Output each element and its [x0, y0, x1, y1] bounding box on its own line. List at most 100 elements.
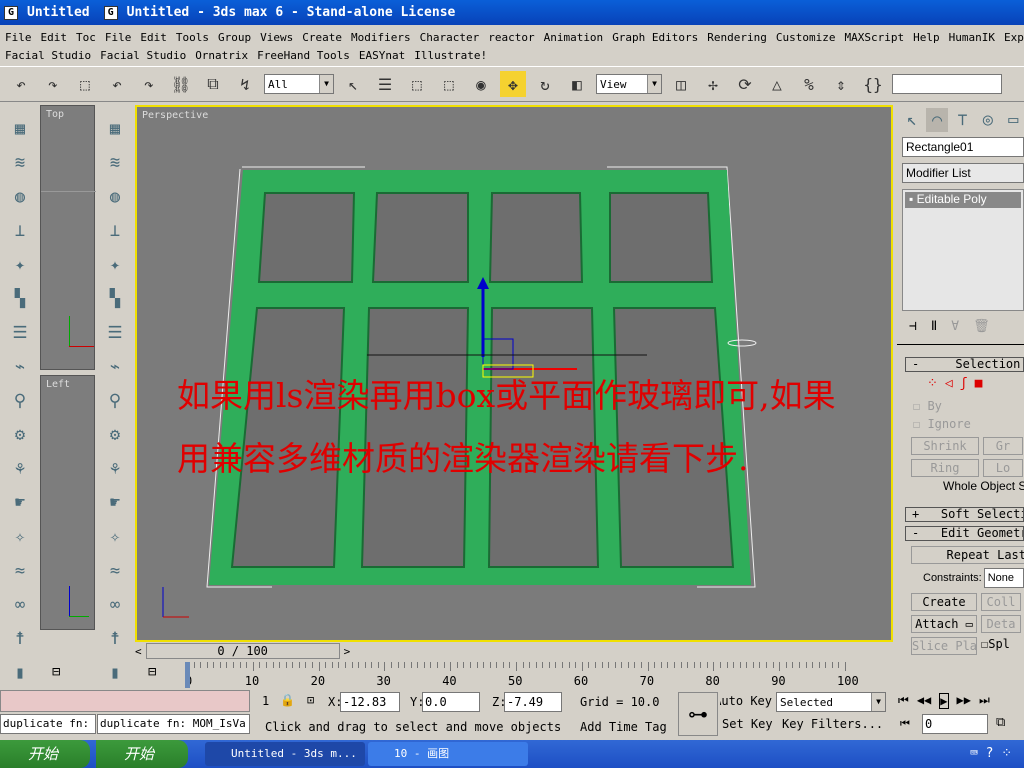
start-button-2[interactable]: 开始 [96, 740, 188, 768]
window-crossing-icon[interactable]: ⬚ [436, 71, 462, 97]
menu-item[interactable]: Edit [41, 31, 68, 44]
move-icon[interactable]: ✥ [500, 71, 526, 97]
box-icon[interactable]: ▦ [103, 117, 127, 141]
hand-icon[interactable]: ☛ [103, 491, 127, 515]
viewport-perspective[interactable]: Perspective 如果用ls渲染再用box或平面作玻璃即可,如果 用兼容多… [135, 105, 893, 642]
split-checkbox[interactable]: ☐Spl [981, 637, 1010, 655]
modify-tab-icon[interactable]: ⌒ [926, 108, 948, 132]
make-unique-icon[interactable]: ∀ [951, 319, 959, 334]
z-coordinate-input[interactable]: -7.49 [504, 692, 562, 712]
y-coordinate-input[interactable]: 0.0 [422, 692, 480, 712]
helper-icon[interactable]: ✦ [8, 253, 32, 277]
biped-icon[interactable]: ☨ [103, 627, 127, 651]
menu-item[interactable]: Explorer [1004, 31, 1024, 44]
current-frame-input[interactable]: 0 [922, 714, 988, 734]
menu-item[interactable]: Tools [176, 31, 209, 44]
material-icon[interactable]: ▮ [8, 661, 32, 685]
key-selection-dropdown[interactable]: Selected ▼ [776, 692, 886, 712]
loop-button[interactable]: Lo [983, 459, 1023, 477]
object-name-input[interactable]: Rectangle01 [902, 137, 1024, 157]
time-config-icon[interactable]: ⧉ [996, 715, 1005, 730]
menu-item[interactable]: Facial Studio [100, 49, 186, 62]
rect-region-icon[interactable]: ⬚ [404, 71, 430, 97]
wrench-icon[interactable]: ⚲ [8, 389, 32, 413]
lock-icon[interactable]: 🔒 [280, 693, 295, 707]
time-slider[interactable]: < 0 / 100 > [135, 642, 445, 660]
stack-item-editable-poly[interactable]: ▪ Editable Poly [905, 192, 1021, 208]
key-icon[interactable]: ⊶ [678, 692, 718, 736]
task-paint[interactable]: 10 - 画图 [368, 742, 528, 766]
helper-icon[interactable]: ✦ [103, 253, 127, 277]
cylinder-icon[interactable]: ☰ [8, 321, 32, 345]
scale-icon[interactable]: ◧ [564, 71, 590, 97]
select-icon[interactable]: ↖ [340, 71, 366, 97]
selection-filter-dropdown[interactable]: All ▼ [264, 74, 334, 94]
vertex-icon[interactable]: ⁘ [927, 376, 938, 391]
set-key-button[interactable]: Set Key [722, 717, 773, 731]
material-icon[interactable]: ▮ [103, 661, 127, 685]
wave-icon[interactable]: ≈ [103, 559, 127, 583]
x-coordinate-input[interactable]: -12.83 [340, 692, 400, 712]
bone-icon[interactable]: ⚘ [8, 457, 32, 481]
play-icon[interactable]: ▶ [939, 693, 949, 709]
auto-key-button[interactable]: Auto Key [720, 694, 772, 708]
knot-icon[interactable]: ∞ [8, 593, 32, 617]
percent-snap-icon[interactable]: % [796, 71, 822, 97]
tube-icon[interactable]: ⌁ [103, 355, 127, 379]
light-icon[interactable]: ⊥ [103, 219, 127, 243]
go-to-start-icon[interactable]: ⏮ [898, 693, 909, 709]
detach-button[interactable]: Deta [981, 615, 1021, 633]
ignore-checkbox[interactable]: ☐ Ignore [913, 417, 1024, 431]
rollout-selection[interactable]: - Selection [905, 357, 1024, 372]
menu-item[interactable]: Group [218, 31, 251, 44]
menu-item[interactable]: Animation [544, 31, 604, 44]
menu-item[interactable]: Graph Editors [612, 31, 698, 44]
menu-item[interactable]: Customize [776, 31, 836, 44]
next-frame-icon[interactable]: ▶▶ [957, 693, 971, 709]
show-end-result-icon[interactable]: Ⅱ [931, 319, 937, 334]
track-bar[interactable]: 0102030405060708090100 [185, 662, 897, 690]
menu-item[interactable]: Modifiers [351, 31, 411, 44]
edge-icon[interactable]: ◁ [945, 376, 953, 391]
named-selection-icon[interactable]: {} [860, 71, 886, 97]
menu-item[interactable]: Illustrate! [414, 49, 487, 62]
time-marker[interactable] [185, 662, 190, 688]
prev-frame-icon[interactable]: < [135, 645, 142, 658]
shape-icon[interactable]: ≋ [103, 151, 127, 175]
sphere-icon[interactable]: ◍ [103, 185, 127, 209]
biped-icon[interactable]: ☨ [8, 627, 32, 651]
redo-icon[interactable]: ↷ [136, 71, 162, 97]
undo-icon[interactable]: ↶ [104, 71, 130, 97]
manipulate-icon[interactable]: ✢ [700, 71, 726, 97]
particle-icon[interactable]: ✧ [103, 525, 127, 549]
menu-item[interactable]: Views [260, 31, 293, 44]
curve-editor-icon[interactable]: ⊟ [52, 664, 60, 680]
key-mode-icon[interactable]: ⏮ [900, 717, 910, 731]
create-button[interactable]: Create [911, 593, 977, 611]
maxscript-output-2[interactable]: duplicate fn: MOM_IsVa [97, 714, 250, 734]
menu-item[interactable]: Toc [76, 31, 96, 44]
grow-button[interactable]: Gr [983, 437, 1023, 455]
menu-item[interactable]: Help [913, 31, 940, 44]
menu-item[interactable]: reactor [488, 31, 534, 44]
time-slider-thumb[interactable]: 0 / 100 [145, 643, 340, 659]
maxscript-output[interactable]: duplicate fn: [0, 714, 96, 734]
cylinder-icon[interactable]: ☰ [103, 321, 127, 345]
repeat-last-button[interactable]: Repeat Last [911, 546, 1024, 564]
angle-snap-icon[interactable]: △ [764, 71, 790, 97]
remove-modifier-icon[interactable]: 🗑 [973, 319, 990, 334]
display-tab-icon[interactable]: ▭ [1003, 108, 1024, 132]
undo-icon[interactable]: ↶ [8, 71, 34, 97]
modifier-list-dropdown[interactable]: Modifier List [902, 163, 1024, 183]
menu-item[interactable]: Create [302, 31, 342, 44]
gear-icon[interactable]: ⚙ [8, 423, 32, 447]
ring-button[interactable]: Ring [911, 459, 979, 477]
menu-item[interactable]: HumanIK [949, 31, 995, 44]
menu-item[interactable]: Ornatrix [195, 49, 248, 62]
gear-icon[interactable]: ⚙ [103, 423, 127, 447]
shrink-button[interactable]: Shrink [911, 437, 979, 455]
link-icon[interactable]: ⛓ [168, 71, 194, 97]
menu-item[interactable]: MAXScript [845, 31, 905, 44]
box-icon[interactable]: ▦ [8, 117, 32, 141]
reference-coord-dropdown[interactable]: View ▼ [596, 74, 662, 94]
